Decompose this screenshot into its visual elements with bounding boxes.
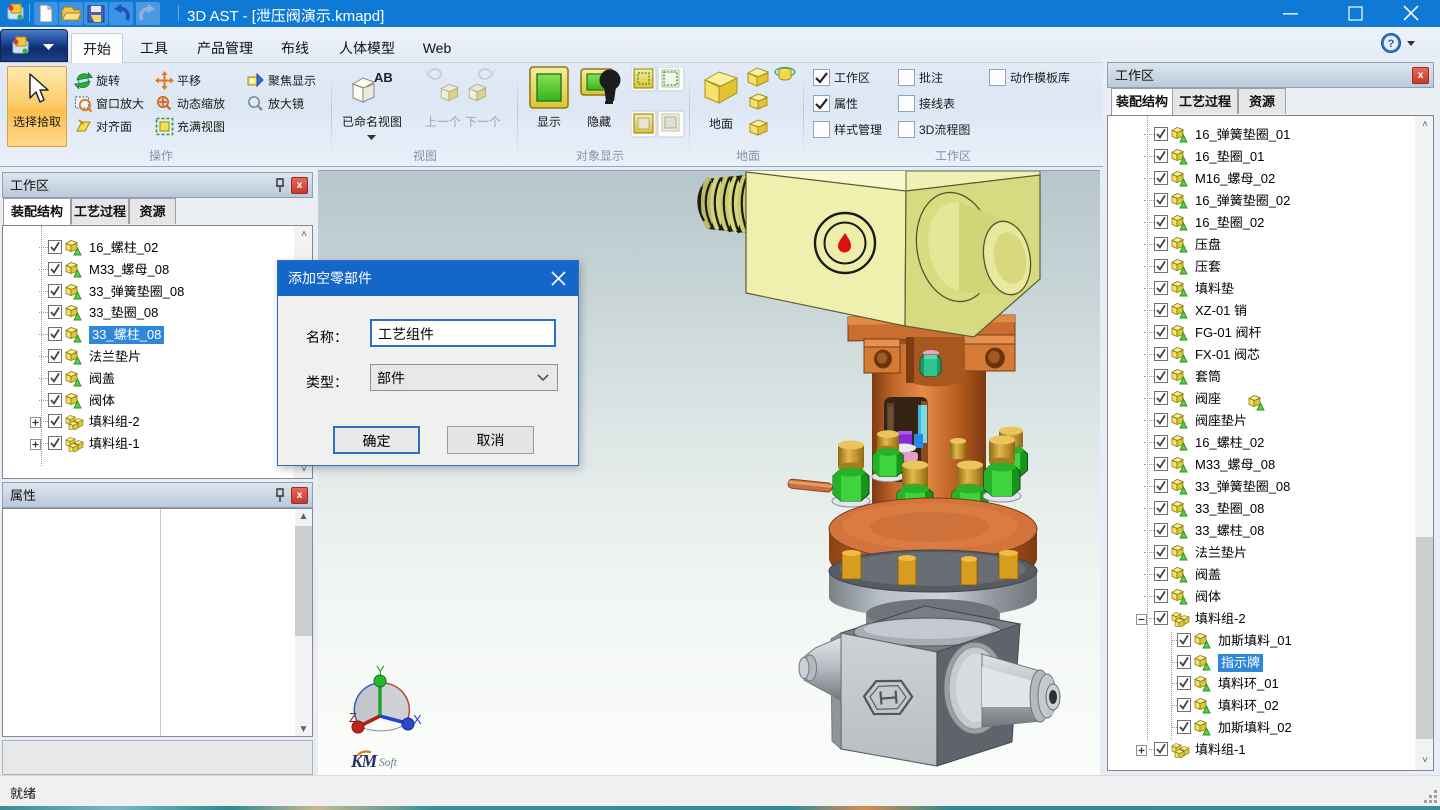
svg-text:X: X	[413, 712, 422, 727]
svg-text:Y: Y	[376, 663, 385, 678]
svg-text:KM: KM	[350, 751, 379, 771]
svg-text:?: ?	[1388, 38, 1395, 50]
svg-text:Soft: Soft	[379, 757, 398, 769]
svg-text:AB: AB	[374, 70, 393, 85]
svg-text:Z: Z	[349, 710, 357, 725]
